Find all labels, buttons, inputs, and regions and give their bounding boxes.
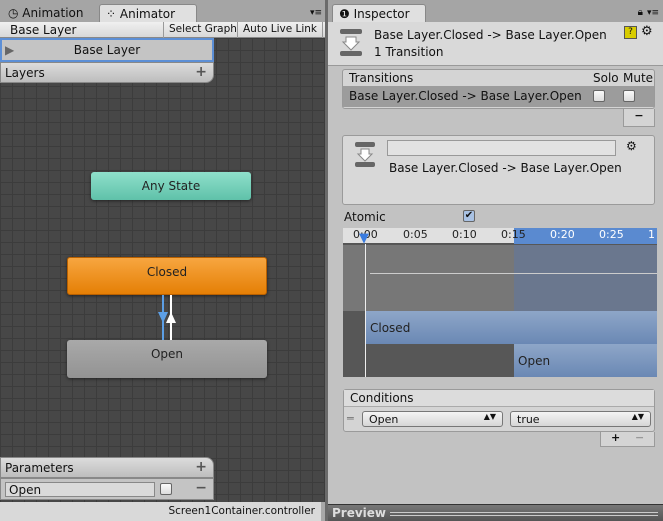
transition-icon	[355, 142, 375, 167]
condition-value-dropdown[interactable]: true ▲▼	[510, 411, 651, 427]
animator-icon: ⁘	[106, 7, 120, 21]
atomic-checkbox[interactable]: ✔	[463, 210, 475, 222]
inspector-tabbar: ❶ Inspector 🔒︎ ▾≡	[328, 0, 663, 22]
arrow-down-icon	[158, 312, 168, 323]
clock-icon: ◷	[8, 6, 23, 20]
playhead-handle[interactable]: ▼	[359, 231, 369, 246]
animator-toolbar: Base Layer Select Graph Auto Live Link	[0, 22, 326, 38]
updown-icon: ▲▼	[483, 412, 496, 421]
conditions-header: Conditions	[344, 390, 654, 407]
parameter-value-checkbox[interactable]	[160, 483, 172, 495]
status-bar: Screen1Container.controller	[0, 502, 321, 521]
transition-icon	[340, 29, 362, 56]
transition-overlay	[514, 245, 657, 311]
timeline-ruler[interactable]: 0:00 0:05 0:10 0:15 0:20 0:25 1	[343, 228, 657, 244]
select-graph-button[interactable]: Select Graph	[163, 22, 242, 38]
transitions-list: Transitions Solo Mute Base Layer.Closed ->…	[342, 69, 655, 109]
inspector-title: Base Layer.Closed -> Base Layer.Open	[374, 28, 607, 42]
transition-range[interactable]	[514, 228, 657, 244]
mute-checkbox[interactable]	[623, 90, 635, 102]
tab-animation[interactable]: ◷ Animation	[2, 4, 89, 22]
remove-parameter-button[interactable]: −	[195, 480, 207, 496]
playhead-line	[365, 244, 366, 377]
lock-icon[interactable]: 🔒︎	[638, 7, 643, 18]
conditions-list: Conditions ═ Open ▲▼ true ▲▼	[343, 389, 655, 432]
inspector-header: Base Layer.Closed -> Base Layer.Open 1 T…	[328, 22, 663, 66]
remove-transition-button[interactable]: −	[623, 109, 655, 127]
resize-grip[interactable]	[390, 512, 658, 516]
transition-arrows[interactable]	[155, 295, 179, 340]
node-closed[interactable]: Closed	[67, 257, 267, 295]
atomic-label: Atomic	[344, 210, 386, 224]
info-icon: ❶	[339, 7, 354, 21]
transition-label: Base Layer.Closed -> Base Layer.Open	[389, 161, 622, 175]
add-parameter-button[interactable]: +	[195, 459, 207, 475]
drag-handle-icon[interactable]: ═	[347, 412, 354, 425]
layer-row-base[interactable]: ▶ Base Layer	[0, 38, 214, 62]
transition-detail: ⚙ Base Layer.Closed -> Base Layer.Open	[342, 135, 655, 205]
tab-animator[interactable]: ⁘ Animator	[99, 4, 197, 22]
updown-icon: ▲▼	[631, 412, 644, 421]
parameter-name-field[interactable]: Open	[5, 482, 155, 497]
parameter-row: Open −	[0, 478, 214, 500]
transition-timeline[interactable]: 0:00 0:05 0:10 0:15 0:20 0:25 1 Closed O…	[343, 228, 657, 377]
clip-closed[interactable]: Closed	[365, 311, 657, 344]
condition-buttons: + −	[600, 431, 655, 447]
auto-live-link-button[interactable]: Auto Live Link	[237, 22, 323, 38]
add-condition-button[interactable]: +	[611, 431, 620, 444]
gear-icon[interactable]: ⚙	[626, 139, 637, 153]
inspector-panel: ❶ Inspector 🔒︎ ▾≡ Base Layer.Closed -> B…	[328, 0, 663, 521]
curve-line	[370, 273, 657, 274]
transition-row[interactable]: Base Layer.Closed -> Base Layer.Open	[343, 86, 654, 107]
node-open[interactable]: Open	[67, 340, 267, 378]
layers-header: Layers +	[0, 62, 214, 83]
node-any-state[interactable]: Any State	[91, 172, 251, 200]
preview-bar[interactable]: Preview	[328, 504, 663, 521]
tab-inspector[interactable]: ❶ Inspector	[332, 4, 426, 22]
help-icon[interactable]: ?	[624, 26, 637, 39]
left-tabbar: ◷ Animation ⁘ Animator ▾≡	[0, 0, 326, 22]
gear-icon[interactable]: ⚙	[641, 24, 653, 39]
menu-icon[interactable]: ▾≡	[647, 8, 659, 18]
arrow-up-icon	[166, 312, 176, 323]
add-layer-button[interactable]: +	[195, 64, 207, 80]
condition-parameter-dropdown[interactable]: Open ▲▼	[362, 411, 503, 427]
remove-condition-button[interactable]: −	[635, 431, 644, 444]
graph-canvas[interactable]: ▶ Base Layer Layers + Any State Closed Ope…	[0, 38, 325, 502]
breadcrumb[interactable]: Base Layer	[10, 23, 77, 37]
inspector-subtitle: 1 Transition	[374, 45, 444, 59]
solo-checkbox[interactable]	[593, 90, 605, 102]
play-icon: ▶	[5, 43, 15, 57]
menu-icon[interactable]: ▾≡	[310, 8, 322, 18]
clip-open[interactable]: Open	[514, 344, 657, 377]
parameters-header: Parameters +	[0, 457, 214, 478]
transition-name-field[interactable]	[387, 140, 616, 156]
